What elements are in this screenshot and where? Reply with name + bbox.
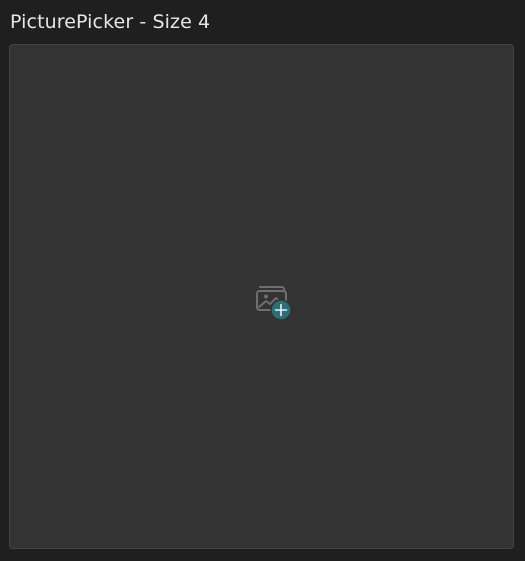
picture-picker[interactable]: [9, 44, 514, 549]
picture-picker-demo: PicturePicker - Size 4: [0, 0, 525, 561]
add-image-icon[interactable]: [246, 283, 294, 321]
page-title: PicturePicker - Size 4: [10, 11, 211, 33]
